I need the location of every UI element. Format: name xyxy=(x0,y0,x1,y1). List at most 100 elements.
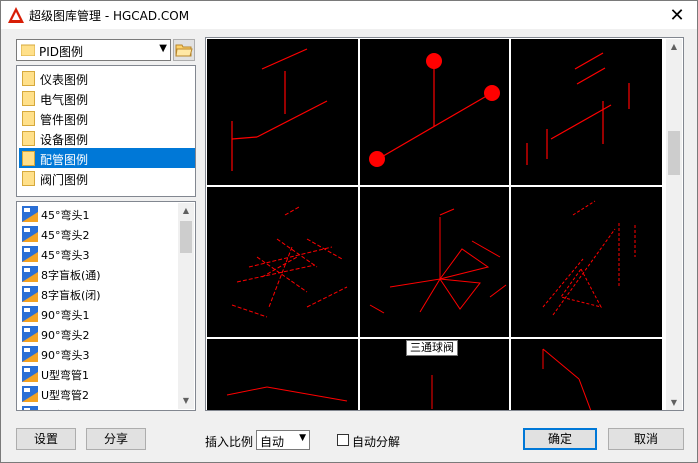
category-item-selected[interactable]: 配管图例 xyxy=(19,148,195,168)
block-symbol-icon xyxy=(22,326,38,342)
pipe-symbol-preview xyxy=(226,386,348,402)
symbol-list-item[interactable]: U型阀 xyxy=(19,404,179,410)
folder-icon xyxy=(22,131,35,146)
block-symbol-icon xyxy=(22,266,38,282)
pipe-symbol-preview xyxy=(526,52,630,165)
block-symbol-icon xyxy=(22,286,38,302)
block-symbol-icon xyxy=(22,366,38,382)
symbol-label: 45°弯头2 xyxy=(41,229,90,242)
preview-cell[interactable] xyxy=(207,39,358,185)
block-symbol-icon xyxy=(22,226,38,242)
preview-cell[interactable] xyxy=(511,339,662,410)
preview-cell[interactable] xyxy=(360,39,509,185)
category-list[interactable]: 仪表图例 电气图例 管件图例 设备图例 配管图例 阀门图例 xyxy=(16,65,196,197)
close-icon: ✕ xyxy=(669,4,685,26)
symbol-label: 8字盲板(闭) xyxy=(41,289,101,302)
category-label: 电气图例 xyxy=(40,93,89,107)
symbol-list-item[interactable]: 45°弯头3 xyxy=(19,244,179,264)
symbol-list-item[interactable]: 45°弯头2 xyxy=(19,224,179,244)
window-title: 超级图库管理 - HGCAD.COM xyxy=(29,9,190,23)
category-label: 仪表图例 xyxy=(40,73,89,87)
symbol-list-item[interactable]: 8字盲板(闭) xyxy=(19,284,179,304)
pipe-symbol-preview xyxy=(369,208,507,314)
library-select[interactable]: PID图例 ▼ xyxy=(16,39,171,61)
block-symbol-icon xyxy=(22,306,38,322)
scroll-down-icon[interactable]: ▼ xyxy=(178,393,194,409)
symbol-label: 45°弯头1 xyxy=(41,209,90,222)
share-button[interactable]: 分享 xyxy=(86,428,146,450)
ok-button[interactable]: 确定 xyxy=(523,428,597,450)
scroll-down-icon[interactable]: ▼ xyxy=(666,395,682,410)
block-symbol-icon xyxy=(22,246,38,262)
insert-ratio-select[interactable]: 自动 ▼ xyxy=(256,430,310,450)
pipe-symbol-preview xyxy=(231,206,348,318)
preview-cell[interactable] xyxy=(511,187,662,337)
folder-icon xyxy=(21,44,35,56)
category-label: 设备图例 xyxy=(40,133,89,147)
folder-icon xyxy=(22,171,35,186)
folder-icon xyxy=(22,71,35,86)
folder-icon xyxy=(22,91,35,106)
scroll-thumb[interactable] xyxy=(180,221,192,253)
settings-button[interactable]: 设置 xyxy=(16,428,76,450)
dialog-window: 超级图库管理 - HGCAD.COM ✕ PID图例 ▼ 仪表图例 电气图例 管… xyxy=(0,0,698,463)
browse-folder-button[interactable] xyxy=(173,39,195,61)
symbol-label: U型阀 xyxy=(41,407,71,410)
pipe-symbol-preview xyxy=(542,200,636,316)
cancel-button[interactable]: 取消 xyxy=(608,428,684,450)
insert-ratio-value: 自动 xyxy=(260,435,285,449)
scroll-up-icon[interactable]: ▲ xyxy=(178,203,194,219)
category-item[interactable]: 管件图例 xyxy=(19,108,195,128)
pipe-symbol-preview xyxy=(542,348,592,410)
auto-explode-label[interactable]: 自动分解 xyxy=(352,433,400,450)
preview-cell[interactable] xyxy=(207,187,358,337)
folder-icon xyxy=(22,111,35,126)
symbol-list-item[interactable]: U型弯管1 xyxy=(19,364,179,384)
symbol-label: U型弯管1 xyxy=(41,369,90,382)
symbol-list[interactable]: 45°弯头1 45°弯头2 45°弯头3 8字盲板(通) 8字盲板(闭) 90°弯头1 90… xyxy=(16,201,196,411)
block-symbol-icon xyxy=(22,206,38,222)
pipe-symbol-preview xyxy=(369,53,500,167)
chevron-down-icon: ▼ xyxy=(159,43,167,54)
preview-scrollbar[interactable]: ▲ ▼ xyxy=(666,39,682,410)
symbol-list-scrollbar[interactable]: ▲ ▼ xyxy=(178,203,194,409)
symbol-label: 45°弯头3 xyxy=(41,249,90,262)
block-symbol-icon xyxy=(22,406,38,410)
title-bar: 超级图库管理 - HGCAD.COM ✕ xyxy=(1,1,697,29)
close-button[interactable]: ✕ xyxy=(657,1,697,29)
symbol-list-item[interactable]: 8字盲板(通) xyxy=(19,264,179,284)
symbol-label: 90°弯头3 xyxy=(41,349,90,362)
insert-ratio-label: 插入比例 xyxy=(205,435,254,449)
pipe-symbol-preview xyxy=(231,48,328,171)
category-item[interactable]: 设备图例 xyxy=(19,128,195,148)
symbol-label: 90°弯头2 xyxy=(41,329,90,342)
block-symbol-icon xyxy=(22,386,38,402)
symbol-list-item[interactable]: U型弯管2 xyxy=(19,384,179,404)
category-item[interactable]: 仪表图例 xyxy=(19,68,195,88)
symbol-list-item[interactable]: 45°弯头1 xyxy=(19,204,179,224)
category-label: 阀门图例 xyxy=(40,173,89,187)
preview-cell[interactable] xyxy=(511,39,662,185)
category-label: 管件图例 xyxy=(40,113,89,127)
preview-cell[interactable] xyxy=(360,187,509,337)
symbol-label: U型弯管2 xyxy=(41,389,90,402)
category-item[interactable]: 阀门图例 xyxy=(19,168,195,188)
folder-icon xyxy=(22,151,35,166)
symbol-list-item[interactable]: 90°弯头2 xyxy=(19,324,179,344)
symbol-label: 90°弯头1 xyxy=(41,309,90,322)
symbol-list-item[interactable]: 90°弯头1 xyxy=(19,304,179,324)
symbol-tooltip: 三通球阀 xyxy=(406,340,458,356)
scroll-up-icon[interactable]: ▲ xyxy=(666,39,682,55)
preview-cell[interactable] xyxy=(207,339,358,410)
chevron-down-icon: ▼ xyxy=(299,433,306,443)
symbol-label: 8字盲板(通) xyxy=(41,269,101,282)
symbol-list-item[interactable]: 90°弯头3 xyxy=(19,344,179,364)
app-logo-icon xyxy=(8,7,24,23)
category-item[interactable]: 电气图例 xyxy=(19,88,195,108)
scroll-thumb[interactable] xyxy=(668,131,680,175)
category-label: 配管图例 xyxy=(40,153,89,167)
auto-explode-checkbox[interactable] xyxy=(337,434,349,446)
open-folder-icon xyxy=(175,44,193,57)
block-symbol-icon xyxy=(22,346,38,362)
library-select-value: PID图例 xyxy=(39,45,84,59)
